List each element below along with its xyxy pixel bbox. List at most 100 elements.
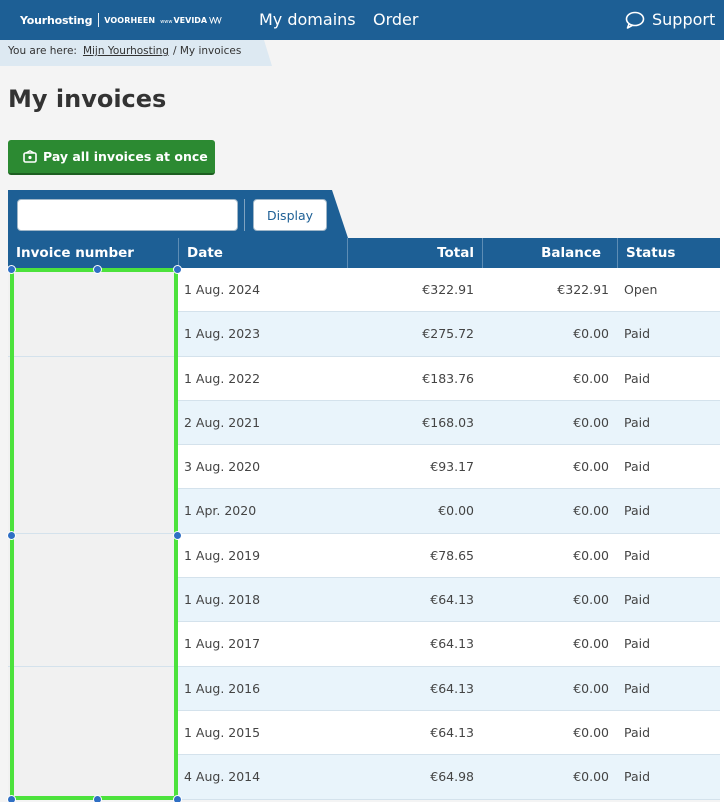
column-header-balance[interactable]: Balance	[482, 238, 617, 268]
balance-cell: €0.00	[573, 592, 609, 608]
table-row[interactable]: 1 Aug. 2016 €64.13 €0.00 Paid	[8, 666, 724, 711]
balance-cell: €0.00	[573, 370, 609, 386]
invoice-number-cell[interactable]	[8, 622, 178, 667]
page-title: My invoices	[8, 85, 167, 113]
table-row[interactable]: 4 Aug. 2014 €64.98 €0.00 Paid	[8, 755, 724, 800]
total-cell: €275.72	[422, 326, 474, 342]
status-cell: Paid	[624, 592, 651, 608]
status-cell: Paid	[624, 503, 651, 519]
nav-order[interactable]: Order	[373, 10, 418, 29]
balance-cell: €0.00	[573, 326, 609, 342]
balance-cell: €322.91	[557, 282, 609, 297]
status-cell: Paid	[624, 724, 651, 740]
balance-cell: €0.00	[573, 680, 609, 696]
breadcrumb: You are here: Mijn Yourhosting / My invoic…	[0, 40, 272, 66]
invoice-number-cell[interactable]	[8, 356, 178, 401]
total-cell: €64.13	[430, 592, 474, 608]
table-row[interactable]: 1 Aug. 2022 €183.76 €0.00 Paid	[8, 356, 724, 401]
top-navigation-bar: Yourhosting VOORHEEN www VEVIDA \/\/\/ M…	[0, 0, 724, 40]
logo-vevida-text: VEVIDA	[173, 15, 208, 25]
table-row[interactable]: 1 Aug. 2024 €322.91 €322.91 Open	[8, 268, 724, 313]
total-cell: €322.91	[422, 282, 474, 297]
status-cell: Paid	[624, 414, 651, 430]
display-button[interactable]: Display	[253, 199, 327, 231]
total-cell: €64.98	[430, 769, 474, 785]
page-edge	[720, 40, 724, 802]
total-cell: €64.13	[430, 636, 474, 652]
date-cell: 1 Aug. 2019	[184, 547, 261, 563]
table-row[interactable]: 2 Aug. 2021 €168.03 €0.00 Paid	[8, 400, 724, 446]
support-label: Support	[652, 10, 716, 29]
total-cell: €64.13	[430, 680, 474, 696]
date-cell: 1 Apr. 2020	[184, 503, 257, 519]
balance-cell: €0.00	[573, 636, 609, 652]
status-cell: Paid	[624, 370, 651, 386]
total-cell: €78.65	[430, 547, 474, 563]
balance-cell: €0.00	[573, 459, 609, 475]
column-header-total[interactable]: Total	[347, 238, 482, 268]
table-row[interactable]: 1 Aug. 2015 €64.13 €0.00 Paid	[8, 710, 724, 756]
table-row[interactable]: 1 Apr. 2020 €0.00 €0.00 Paid	[8, 489, 724, 534]
pay-all-invoices-label: Pay all invoices at once	[43, 149, 208, 164]
date-cell: 1 Aug. 2022	[184, 370, 261, 386]
logo-www-text: www	[160, 19, 173, 25]
date-cell: 2 Aug. 2021	[184, 414, 261, 430]
total-cell: €93.17	[430, 459, 474, 475]
balance-cell: €0.00	[573, 769, 609, 785]
invoice-table-header: Invoice number Date Total Balance Status	[8, 238, 724, 268]
nav-my-domains[interactable]: My domains	[259, 10, 356, 29]
yourhosting-logo[interactable]: Yourhosting VOORHEEN www VEVIDA \/\/\/	[20, 12, 222, 28]
balance-cell: €0.00	[573, 414, 609, 430]
balance-cell: €0.00	[573, 547, 609, 563]
invoice-number-cell[interactable]	[8, 268, 178, 312]
invoice-number-cell[interactable]	[8, 400, 178, 445]
column-header-date[interactable]: Date	[178, 238, 347, 268]
table-row[interactable]: 3 Aug. 2020 €93.17 €0.00 Paid	[8, 445, 724, 490]
breadcrumb-link-mijn-yourhosting[interactable]: Mijn Yourhosting	[83, 45, 169, 57]
date-cell: 1 Aug. 2016	[184, 680, 261, 696]
invoice-number-cell[interactable]	[8, 755, 178, 800]
filter-divider	[244, 199, 245, 231]
status-cell: Paid	[624, 680, 651, 696]
filter-input[interactable]	[17, 199, 238, 231]
date-cell: 1 Aug. 2023	[184, 326, 261, 342]
date-cell: 1 Aug. 2024	[184, 282, 261, 297]
invoice-number-cell[interactable]	[8, 710, 178, 755]
total-cell: €64.13	[430, 724, 474, 740]
logo-separator	[98, 13, 100, 27]
status-cell: Paid	[624, 547, 651, 563]
logo-previously-text: VOORHEEN	[104, 15, 156, 25]
breadcrumb-prefix: You are here:	[8, 45, 77, 57]
status-cell: Paid	[624, 636, 651, 652]
vevida-mark: \/\/\/	[209, 15, 221, 25]
status-cell: Paid	[624, 459, 651, 475]
table-row[interactable]: 1 Aug. 2017 €64.13 €0.00 Paid	[8, 622, 724, 667]
invoice-number-cell[interactable]	[8, 666, 178, 711]
status-cell: Open	[624, 282, 658, 297]
invoice-number-cell[interactable]	[8, 312, 178, 357]
column-header-status[interactable]: Status	[617, 238, 724, 268]
invoice-number-cell[interactable]	[8, 578, 178, 623]
pay-all-invoices-button[interactable]: Pay all invoices at once	[8, 140, 215, 175]
table-row[interactable]: 1 Aug. 2019 €78.65 €0.00 Paid	[8, 533, 724, 579]
date-cell: 3 Aug. 2020	[184, 459, 261, 475]
wallet-icon	[23, 150, 37, 163]
invoice-number-cell[interactable]	[8, 533, 178, 578]
invoice-number-cell[interactable]	[8, 445, 178, 490]
invoice-number-cell[interactable]	[8, 489, 178, 534]
balance-cell: €0.00	[573, 503, 609, 519]
column-header-invoice-number[interactable]: Invoice number	[8, 238, 178, 268]
table-row[interactable]: 1 Aug. 2018 €64.13 €0.00 Paid	[8, 578, 724, 623]
date-cell: 1 Aug. 2017	[184, 636, 261, 652]
support-link[interactable]: Support	[625, 10, 715, 29]
balance-cell: €0.00	[573, 724, 609, 740]
status-cell: Paid	[624, 326, 651, 342]
date-cell: 4 Aug. 2014	[184, 769, 261, 785]
date-cell: 1 Aug. 2018	[184, 592, 261, 608]
total-cell: €183.76	[422, 370, 474, 386]
table-row[interactable]: 1 Aug. 2023 €275.72 €0.00 Paid	[8, 312, 724, 357]
breadcrumb-current: / My invoices	[172, 45, 242, 57]
total-cell: €0.00	[438, 503, 474, 519]
date-cell: 1 Aug. 2015	[184, 724, 261, 740]
logo-brand-text: Yourhosting	[20, 13, 93, 27]
